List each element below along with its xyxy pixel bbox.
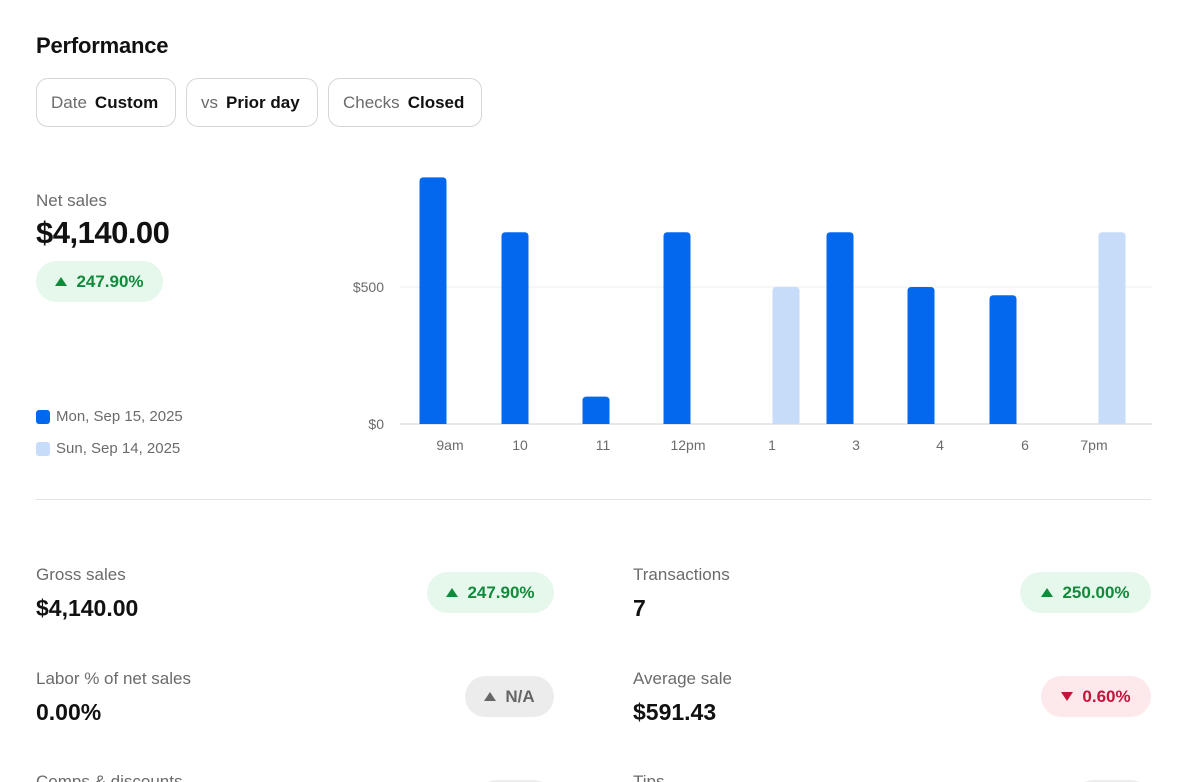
x-tick-label: 7pm — [1080, 437, 1107, 453]
average-sale-value: $591.43 — [633, 699, 717, 725]
net-sales-value: $4,140.00 — [36, 215, 170, 250]
date-filter-key: Date — [51, 92, 87, 112]
bar-current — [989, 295, 1017, 424]
x-tick-label: 11 — [596, 437, 611, 453]
tips-label: Tips — [633, 772, 665, 782]
labor-percent-change-badge: N/A — [465, 676, 554, 717]
x-tick-label: 4 — [936, 437, 944, 453]
x-tick-label: 12pm — [670, 437, 705, 453]
y-tick-label: $500 — [353, 279, 384, 295]
legend-swatch-current — [36, 409, 50, 424]
transactions-value: 7 — [633, 595, 646, 621]
x-tick-label: 9am — [436, 437, 463, 453]
labor-percent-change: N/A — [505, 686, 535, 706]
page-title: Performance — [36, 33, 169, 58]
x-tick-label: 10 — [512, 437, 528, 453]
net-sales-change-badge: 247.90% — [36, 261, 163, 302]
bar-current — [907, 287, 935, 424]
bar-prior — [772, 287, 800, 424]
transactions-label: Transactions — [633, 565, 730, 584]
x-tick-label: 3 — [852, 437, 860, 453]
arrow-up-icon — [1041, 588, 1054, 597]
gross-sales-change: 247.90% — [467, 582, 535, 602]
net-sales-change: 247.90% — [76, 271, 144, 291]
bar-current — [663, 232, 691, 424]
legend-item-prior: Sun, Sep 14, 2025 — [36, 440, 180, 457]
transactions-change: 250.00% — [1062, 582, 1130, 602]
legend-swatch-prior — [36, 441, 50, 456]
arrow-up-icon — [55, 277, 68, 286]
gross-sales-label: Gross sales — [36, 565, 126, 584]
section-divider — [36, 499, 1151, 500]
checks-filter-button[interactable]: Checks Closed — [328, 78, 482, 127]
y-tick-label: $0 — [368, 416, 384, 432]
labor-percent-value: 0.00% — [36, 699, 102, 725]
comparison-filter-key: vs — [201, 92, 218, 112]
bar-prior — [1098, 232, 1126, 424]
x-tick-label: 6 — [1021, 437, 1029, 453]
hourly-sales-chart: $0 $500 9am 10 11 12pm 1 3 4 6 7pm — [353, 177, 1152, 453]
legend-label-prior: Sun, Sep 14, 2025 — [56, 440, 181, 457]
net-sales-label: Net sales — [36, 191, 107, 210]
legend-item-current: Mon, Sep 15, 2025 — [36, 408, 183, 425]
checks-filter-key: Checks — [343, 92, 400, 112]
bar-current — [419, 177, 447, 424]
bar-current — [826, 232, 854, 424]
labor-percent-label: Labor % of net sales — [36, 669, 191, 688]
gross-sales-change-badge: 247.90% — [427, 572, 554, 613]
gross-sales-value: $4,140.00 — [36, 595, 139, 621]
date-filter-value: Custom — [94, 92, 159, 112]
average-sale-label: Average sale — [633, 669, 732, 688]
comps-discounts-label: Comps & discounts — [36, 772, 183, 782]
bar-current — [582, 396, 610, 424]
average-sale-change-badge: 0.60% — [1041, 676, 1151, 717]
arrow-up-icon — [446, 588, 459, 597]
legend-label-current: Mon, Sep 15, 2025 — [56, 408, 183, 425]
average-sale-change: 0.60% — [1082, 686, 1131, 706]
bar-current — [501, 232, 529, 424]
x-tick-label: 1 — [768, 437, 776, 453]
date-filter-button[interactable]: Date Custom — [36, 78, 176, 127]
transactions-change-badge: 250.00% — [1020, 572, 1151, 613]
comparison-filter-button[interactable]: vs Prior day — [186, 78, 318, 127]
checks-filter-value: Closed — [407, 92, 465, 112]
arrow-up-icon — [484, 692, 497, 701]
arrow-down-icon — [1061, 692, 1074, 701]
comparison-filter-value: Prior day — [226, 92, 300, 112]
